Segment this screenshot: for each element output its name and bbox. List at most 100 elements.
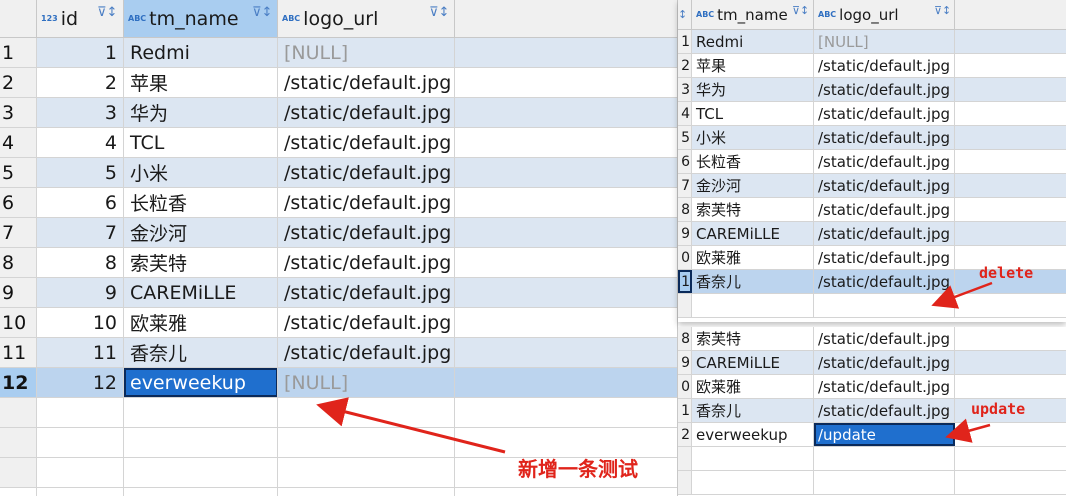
row-number[interactable]: 2 — [678, 423, 692, 446]
cell-id[interactable]: 7 — [37, 218, 124, 247]
cell-tm-name[interactable]: 华为 — [124, 98, 278, 127]
row-number[interactable]: 1 — [678, 30, 692, 53]
table-row[interactable]: 6 6 长粒香/static/default.jpg — [0, 188, 678, 218]
cell-tm-name[interactable]: TCL — [692, 102, 814, 125]
row-number[interactable]: 6 — [678, 150, 692, 173]
row-number[interactable]: 2 — [678, 54, 692, 77]
cell-tm-name[interactable]: 索芙特 — [692, 327, 814, 350]
table-row[interactable]: 1 1 Redmi [NULL] — [0, 38, 678, 68]
row-number[interactable]: 9 — [678, 222, 692, 245]
row-number[interactable]: 1 — [0, 38, 37, 67]
cell-logo-url[interactable]: /static/default.jpg — [278, 248, 455, 277]
cell-tm-name[interactable]: everweekup — [124, 368, 278, 397]
row-number[interactable]: 0 — [678, 246, 692, 269]
row-number[interactable]: 6 — [0, 188, 37, 217]
row-number[interactable]: 5 — [0, 158, 37, 187]
column-header-tm-name[interactable]: ABC tm_name ⊽↕ — [692, 0, 814, 29]
filter-sort-icon[interactable]: ⊽↕ — [252, 5, 272, 20]
cell-id[interactable]: 3 — [37, 98, 124, 127]
cell-logo-url[interactable]: /static/default.jpg — [814, 222, 955, 245]
cell-logo-url[interactable]: /static/default.jpg — [814, 78, 955, 101]
cell-tm-name[interactable]: 华为 — [692, 78, 814, 101]
cell-tm-name[interactable]: 苹果 — [124, 68, 278, 97]
row-number[interactable]: 1 — [678, 399, 692, 422]
row-number[interactable]: 10 — [0, 308, 37, 337]
table-row[interactable]: 11 11 香奈儿/static/default.jpg — [0, 338, 678, 368]
cell-logo-url[interactable]: /static/default.jpg — [814, 270, 955, 293]
cell-tm-name[interactable]: 长粒香 — [692, 150, 814, 173]
cell-tm-name[interactable]: 索芙特 — [124, 248, 278, 277]
row-number[interactable]: 4 — [678, 102, 692, 125]
table-row[interactable]: 4 TCL/static/default.jpg — [678, 102, 1066, 126]
cell-id[interactable]: 2 — [37, 68, 124, 97]
table-row[interactable]: 5 5 小米/static/default.jpg — [0, 158, 678, 188]
cell-tm-name[interactable]: 金沙河 — [692, 174, 814, 197]
cell-logo-url[interactable]: [NULL] — [814, 30, 955, 53]
cell-logo-url[interactable]: /static/default.jpg — [814, 102, 955, 125]
cell-tm-name[interactable]: Redmi — [124, 38, 278, 67]
table-row[interactable]: 7 金沙河/static/default.jpg — [678, 174, 1066, 198]
cell-logo-url[interactable]: /static/default.jpg — [814, 126, 955, 149]
row-number[interactable]: 1 — [678, 270, 692, 293]
row-number-header[interactable] — [0, 0, 37, 37]
cell-logo-url[interactable]: /static/default.jpg — [278, 338, 455, 367]
row-number[interactable]: 3 — [0, 98, 37, 127]
cell-logo-url[interactable]: /static/default.jpg — [278, 188, 455, 217]
cell-logo-url[interactable]: [NULL] — [278, 38, 455, 67]
cell-tm-name[interactable]: CAREMiLLE — [692, 222, 814, 245]
filter-sort-icon[interactable]: ⊽↕ — [792, 4, 809, 17]
cell-tm-name[interactable]: 欧莱雅 — [124, 308, 278, 337]
cell-id[interactable]: 6 — [37, 188, 124, 217]
cell-tm-name[interactable]: 苹果 — [692, 54, 814, 77]
row-number[interactable]: 8 — [0, 248, 37, 277]
cell-logo-url[interactable]: /static/default.jpg — [278, 278, 455, 307]
table-row[interactable]: 5 小米/static/default.jpg — [678, 126, 1066, 150]
table-row[interactable]: 10 10 欧莱雅/static/default.jpg — [0, 308, 678, 338]
cell-logo-url[interactable]: /static/default.jpg — [278, 68, 455, 97]
cell-tm-name[interactable]: 欧莱雅 — [692, 375, 814, 398]
row-number[interactable]: 4 — [0, 128, 37, 157]
cell-tm-name[interactable]: 香奈儿 — [692, 399, 814, 422]
cell-id[interactable]: 12 — [37, 368, 124, 397]
cell-logo-url[interactable]: /static/default.jpg — [814, 399, 955, 422]
cell-logo-url[interactable]: [NULL] — [278, 368, 455, 397]
table-row[interactable]: 2 苹果/static/default.jpg — [678, 54, 1066, 78]
row-number[interactable]: 0 — [678, 375, 692, 398]
cell-tm-name[interactable]: 小米 — [692, 126, 814, 149]
cell-logo-url[interactable]: /static/default.jpg — [278, 308, 455, 337]
cell-tm-name[interactable]: Redmi — [692, 30, 814, 53]
row-number[interactable]: 7 — [0, 218, 37, 247]
filter-sort-icon[interactable]: ⊽↕ — [97, 5, 117, 20]
table-row[interactable]: 9 CAREMiLLE/static/default.jpg — [678, 351, 1066, 375]
table-row[interactable]: 3 3 华为/static/default.jpg — [0, 98, 678, 128]
row-number[interactable]: 3 — [678, 78, 692, 101]
row-number[interactable] — [678, 447, 692, 470]
cell-id[interactable]: 8 — [37, 248, 124, 277]
cell-tm-name[interactable]: 香奈儿 — [692, 270, 814, 293]
row-number[interactable]: 2 — [0, 68, 37, 97]
cell-tm-name[interactable]: CAREMiLLE — [124, 278, 278, 307]
cell-tm-name[interactable]: 索芙特 — [692, 198, 814, 221]
cell-id[interactable]: 10 — [37, 308, 124, 337]
table-row[interactable]: 9 9 CAREMiLLE/static/default.jpg — [0, 278, 678, 308]
row-number[interactable]: 7 — [678, 174, 692, 197]
cell-tm-name[interactable]: TCL — [124, 128, 278, 157]
cell-logo-url[interactable]: /static/default.jpg — [814, 246, 955, 269]
cell-id[interactable]: 5 — [37, 158, 124, 187]
cell-logo-url[interactable]: /static/default.jpg — [814, 351, 955, 374]
row-number[interactable]: 11 — [0, 338, 37, 367]
cell-logo-url[interactable]: /static/default.jpg — [278, 218, 455, 247]
row-number[interactable]: 5 — [678, 126, 692, 149]
row-number[interactable] — [678, 471, 692, 494]
table-row[interactable]: 4 4 TCL/static/default.jpg — [0, 128, 678, 158]
cell-logo-url[interactable]: /static/default.jpg — [814, 150, 955, 173]
table-row[interactable]: 8 索芙特/static/default.jpg — [678, 327, 1066, 351]
cell-tm-name[interactable]: 长粒香 — [124, 188, 278, 217]
table-row[interactable]: 7 7 金沙河/static/default.jpg — [0, 218, 678, 248]
cell-tm-name[interactable]: CAREMiLLE — [692, 351, 814, 374]
cell-tm-name[interactable]: 香奈儿 — [124, 338, 278, 367]
cell-id[interactable]: 1 — [37, 38, 124, 67]
cell-tm-name[interactable]: 小米 — [124, 158, 278, 187]
table-row[interactable]: 2 2 苹果/static/default.jpg — [0, 68, 678, 98]
column-header-logo-url[interactable]: ABC logo_url ⊽↕ — [278, 0, 455, 37]
